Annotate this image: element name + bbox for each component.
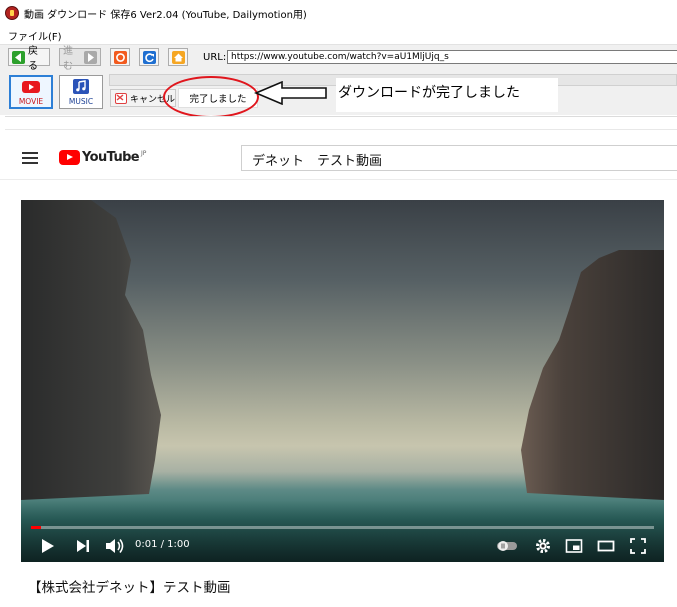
url-label: URL:	[203, 52, 227, 63]
app-icon	[5, 6, 19, 20]
forward-label: 進む	[63, 46, 73, 72]
video-frame-left-cliff	[21, 200, 161, 500]
play-icon[interactable]	[41, 537, 55, 555]
annotation-ellipse	[163, 76, 259, 118]
video-time: 0:01 / 1:00	[135, 539, 190, 550]
movie-label: MOVIE	[18, 97, 44, 106]
refresh-icon	[142, 50, 156, 64]
url-input[interactable]: https://www.youtube.com/watch?v=aU1MljUj…	[227, 50, 677, 64]
miniplayer-icon[interactable]	[565, 537, 583, 555]
youtube-search-input[interactable]: デネット テスト動画	[241, 145, 677, 171]
movie-icon	[22, 81, 40, 93]
youtube-logo-text: YouTube	[82, 150, 140, 165]
movie-mode-button[interactable]: MOVIE	[9, 75, 53, 109]
music-label: MUSIC	[68, 97, 94, 106]
next-icon[interactable]	[76, 537, 90, 555]
video-frame-right-cliff	[521, 250, 664, 500]
fullscreen-icon[interactable]	[630, 537, 646, 555]
youtube-region: JP	[141, 150, 147, 157]
youtube-logo[interactable]: YouTube JP	[59, 150, 146, 165]
youtube-play-icon	[59, 150, 80, 165]
cancel-x-icon	[115, 92, 127, 104]
back-label: 戻る	[28, 46, 38, 72]
music-mode-button[interactable]: MUSIC	[59, 75, 103, 109]
video-progress-fill	[31, 526, 41, 529]
menu-bar	[0, 26, 677, 44]
video-title: 【株式会社デネット】テスト動画	[28, 580, 231, 596]
home-icon	[171, 50, 185, 64]
back-arrow-icon	[12, 50, 25, 64]
autoplay-toggle-icon[interactable]	[496, 537, 518, 555]
annotation-arrow-icon	[254, 81, 327, 105]
home-button[interactable]	[168, 48, 188, 66]
video-player[interactable]: 0:01 / 1:00	[21, 200, 664, 562]
settings-gear-icon[interactable]	[534, 537, 552, 555]
hamburger-menu-icon[interactable]	[22, 152, 38, 164]
window-title: 動画 ダウンロード 保存6 Ver2.04 (YouTube, Dailymot…	[24, 10, 307, 21]
theater-mode-icon[interactable]	[597, 537, 615, 555]
stop-button[interactable]	[110, 48, 130, 66]
separator	[5, 116, 677, 130]
video-progress-bar[interactable]	[31, 526, 654, 529]
volume-icon[interactable]	[105, 537, 125, 555]
forward-button[interactable]: 進む	[59, 46, 101, 72]
annotation-callout: ダウンロードが完了しました	[336, 78, 558, 112]
music-note-icon	[73, 79, 89, 94]
menu-file[interactable]: ファイル(F)	[8, 28, 62, 43]
refresh-button[interactable]	[139, 48, 159, 66]
stop-icon	[113, 50, 127, 64]
back-button[interactable]: 戻る	[8, 46, 50, 72]
forward-arrow-icon	[84, 50, 97, 64]
